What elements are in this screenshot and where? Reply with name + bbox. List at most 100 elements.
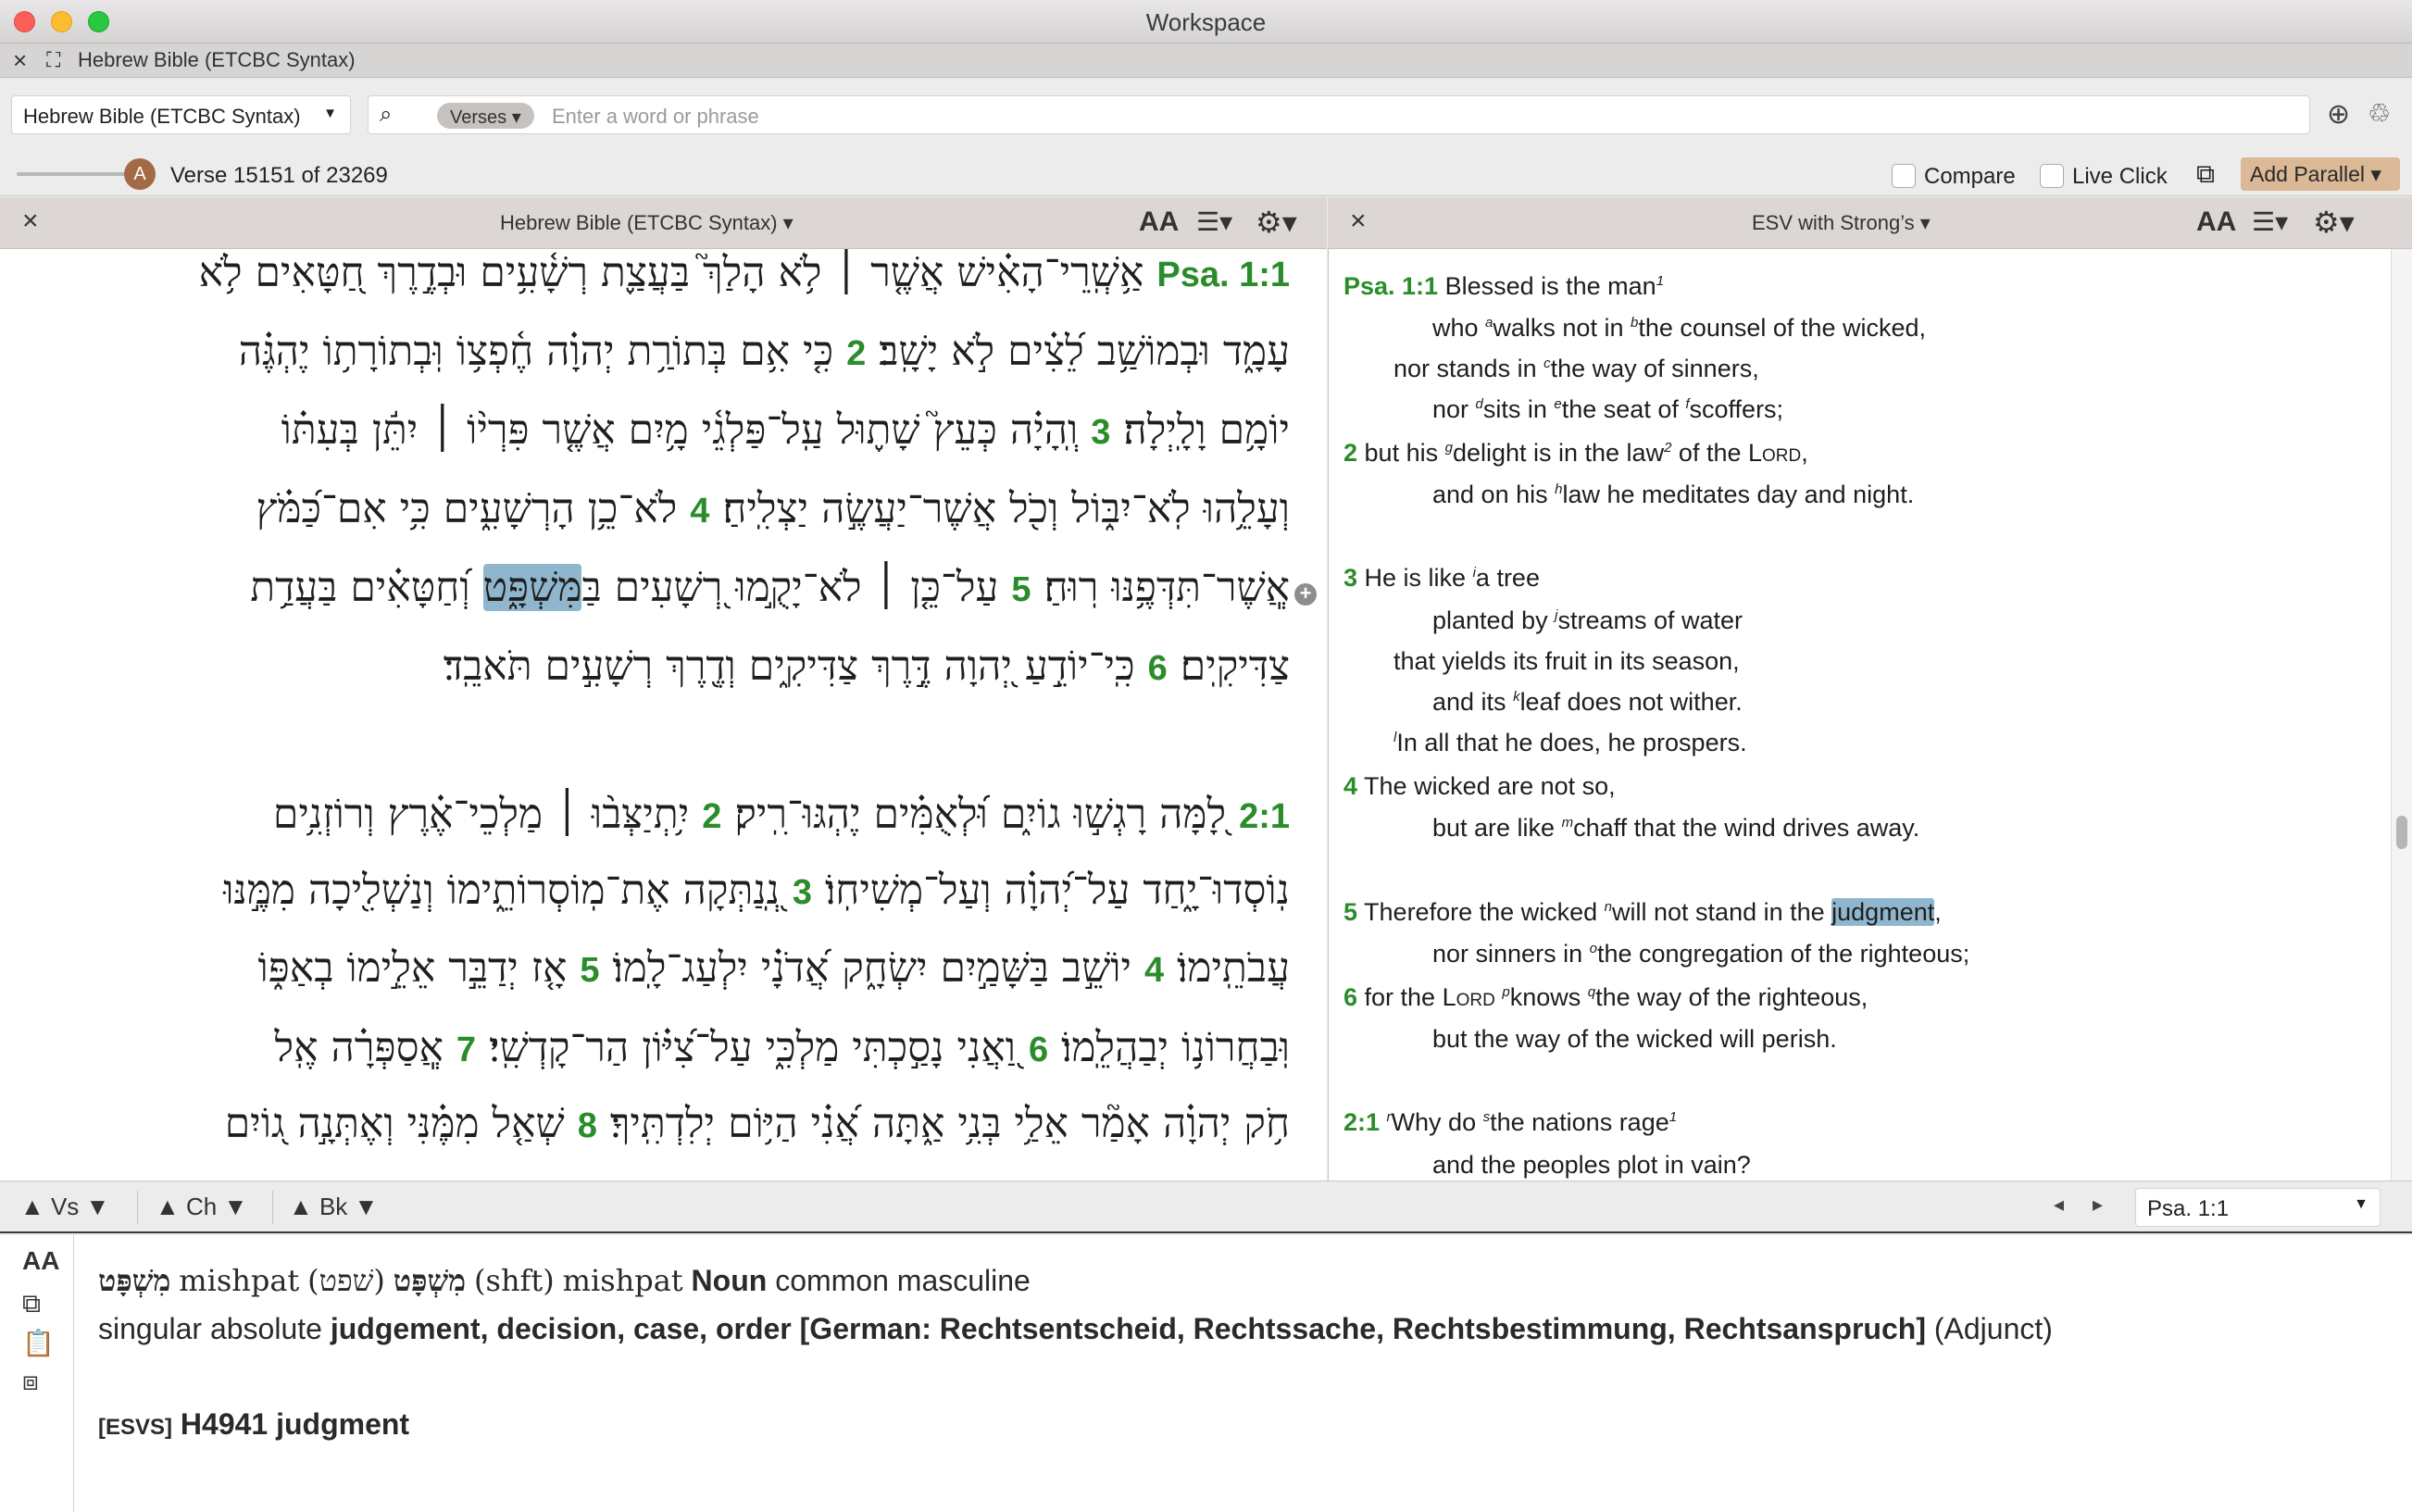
- hebrew-line[interactable]: Psa. 1:1 אַ֥שְֽׁרֵי־הָאִ֗ישׁ אֲשֶׁ֤ר ׀ ל…: [12, 249, 1290, 307]
- hebrew-text[interactable]: כִּ֤י אִ֥ם בְּתוֹרַ֥ת יְהוָ֗ה חֶ֫פְצ֥וֹ …: [239, 328, 846, 375]
- hebrew-line[interactable]: עָמָ֑ד וּבְמוֹשַׁ֥ב לֵ֝צִ֗ים לֹ֣א יָשָֽׁ…: [12, 319, 1290, 386]
- hebrew-text[interactable]: חֹ֥ק יְהוָ֗ה אָמַ֘ר אֵלַ֥י בְּנִ֥י אַ֑תָ…: [597, 1100, 1290, 1147]
- verse-number[interactable]: 4: [690, 492, 709, 531]
- english-line[interactable]: and the peoples plot in vain?: [1432, 1151, 1751, 1180]
- verse-number[interactable]: 6: [1029, 1031, 1048, 1069]
- font-size-icon[interactable]: AA: [2196, 206, 2236, 238]
- english-line[interactable]: 4 The wicked are not so,: [1343, 772, 1616, 801]
- add-icon[interactable]: +: [1294, 583, 1317, 606]
- hebrew-text[interactable]: לֹא־כֵ֥ן הָרְשָׁעִ֑ים כִּ֥י אִם־כַּ֝מֹּ֗…: [256, 485, 690, 532]
- strongs-number[interactable]: H4941: [181, 1407, 268, 1441]
- hebrew-text[interactable]: וְ֝חַטָּאִ֗ים בַּעֲדַ֥ת: [250, 564, 482, 611]
- back-arrow-icon[interactable]: ◂: [2054, 1193, 2064, 1217]
- hebrew-text[interactable]: אַ֥שְֽׁרֵי־הָאִ֗ישׁ אֲשֶׁ֤ר ׀ לֹ֥א הָלַך…: [199, 249, 1157, 296]
- hebrew-text[interactable]: וְעָלֵ֥הוּ לֹֽא־יִבּ֑וֹל וְכֹ֖ל אֲשֶׁר־י…: [709, 485, 1290, 532]
- hebrew-text[interactable]: עַל־כֵּ֤ן ׀ לֹא־יָקֻ֣מוּ רְ֭שָׁעִים בַּ: [581, 564, 1011, 611]
- vertical-scrollbar[interactable]: [2391, 249, 2412, 1181]
- hebrew-text[interactable]: וְֽהָיָ֗ה כְּעֵץ֮ שָׁת֪וּל עַֽל־פַּלְגֵ֫…: [281, 406, 1092, 454]
- verse-number[interactable]: 8: [578, 1106, 597, 1145]
- hebrew-text[interactable]: יִ֥תְיַצְּב֨וּ ׀ מַלְכֵי־אֶ֗רֶץ וְרוֹזְנ…: [273, 791, 702, 838]
- verse-number[interactable]: 3: [1091, 413, 1110, 452]
- hebrew-text[interactable]: יוֹמָ֥ם וָלָֽיְלָה׃: [1110, 406, 1290, 454]
- footnote-marker[interactable]: s: [1483, 1109, 1491, 1125]
- english-line[interactable]: and its kleaf does not wither.: [1432, 688, 1743, 717]
- verse-number[interactable]: Psa. 1:1: [1156, 256, 1290, 294]
- font-size-icon[interactable]: AA: [1139, 206, 1179, 238]
- english-line[interactable]: 5 Therefore the wicked nwill not stand i…: [1343, 898, 1942, 927]
- gear-icon[interactable]: ⚙▾: [2313, 205, 2355, 240]
- layout-icon[interactable]: ⧉: [2196, 159, 2215, 190]
- hebrew-text[interactable]: אָ֤ז יְדַבֵּ֣ר אֵלֵ֣ימוֹ בְאַפּ֑וֹ: [257, 944, 580, 992]
- hebrew-text[interactable]: אֲֽשֶׁר־תִּדְּפֶ֥נּוּ רֽוּחַ׃: [1031, 564, 1290, 611]
- resource-dropdown[interactable]: Hebrew Bible (ETCBC Syntax) ▼: [11, 95, 351, 134]
- footnote-marker[interactable]: e: [1554, 396, 1561, 412]
- close-pane-icon[interactable]: ×: [22, 206, 39, 237]
- hebrew-line[interactable]: עֲבֹתֵֽימוֹ׃ 4 יוֹשֵׁ֣ב בַּשָּׁמַ֣יִם יִ…: [12, 936, 1290, 1003]
- english-line[interactable]: Psa. 1:1 Blessed is the man1: [1343, 272, 1664, 301]
- english-line[interactable]: planted by jstreams of water: [1432, 606, 1743, 635]
- english-line[interactable]: that yields its fruit in its season,: [1393, 647, 1740, 676]
- hebrew-text-pane[interactable]: Psa. 1:1 אַ֥שְֽׁרֵי־הָאִ֗ישׁ אֲשֶׁ֤ר ׀ ל…: [0, 249, 1327, 1181]
- hebrew-line[interactable]: צַדִּיקִֽים׃ 6 כִּֽי־יוֹדֵ֣עַ יְ֭הוָה דֶ…: [12, 634, 1290, 701]
- footnote-marker[interactable]: 1: [1656, 273, 1664, 289]
- footnote-marker[interactable]: q: [1588, 984, 1595, 1000]
- hebrew-line[interactable]: חֹ֥ק יְהוָ֗ה אָמַ֘ר אֵלַ֥י בְּנִ֥י אַ֑תָ…: [12, 1092, 1290, 1158]
- search-icon[interactable]: ⌕: [380, 102, 392, 128]
- verse-number[interactable]: 5: [1011, 570, 1031, 609]
- verse-nav[interactable]: ▲ Vs ▼: [20, 1193, 109, 1221]
- hebrew-text[interactable]: עָמָ֑ד וּבְמוֹשַׁ֥ב לֵ֝צִ֗ים לֹ֣א יָשָֽׁ…: [866, 328, 1290, 375]
- hebrew-line[interactable]: נֽוֹסְדוּ־יָ֑חַד עַל־יְ֝הוָ֗ה וְעַל־מְשִ…: [12, 858, 1290, 925]
- hebrew-text[interactable]: יוֹשֵׁ֣ב בַּשָּׁמַ֣יִם יִשְׂחָ֑ק אֲ֝דֹנָ…: [600, 944, 1145, 992]
- english-line[interactable]: lIn all that he does, he prospers.: [1393, 729, 1747, 757]
- search-box[interactable]: ⌕ Verses ▾ Enter a word or phrase: [368, 95, 2310, 134]
- gear-icon[interactable]: ⚙▾: [1256, 205, 1297, 240]
- reference-field[interactable]: Psa. 1:1 ▼: [2135, 1188, 2381, 1227]
- english-line[interactable]: 2:1 rWhy do sthe nations rage1: [1343, 1108, 1677, 1137]
- english-text-pane[interactable]: Psa. 1:1 Blessed is the man1 who awalks n…: [1328, 249, 2391, 1181]
- display-options-icon[interactable]: ☰▾: [2252, 206, 2288, 237]
- hebrew-text[interactable]: וּֽבַחֲרוֹנ֥וֹ יְבַהֲלֵֽמוֹ׃: [1048, 1024, 1290, 1071]
- english-line[interactable]: 6 for the Lord pknows qthe way of the ri…: [1343, 983, 1868, 1012]
- book-nav[interactable]: ▲ Bk ▼: [289, 1193, 378, 1221]
- left-pane-title[interactable]: Hebrew Bible (ETCBC Syntax) ▾: [500, 211, 794, 235]
- compare-checkbox[interactable]: [1892, 164, 1916, 188]
- hebrew-text[interactable]: וַ֭אֲנִי נָסַ֣כְתִּי מַלְכִּ֑י עַל־צִ֝יּ…: [476, 1024, 1029, 1071]
- font-size-icon[interactable]: AA: [22, 1246, 59, 1276]
- english-line[interactable]: nor stands in cthe way of sinners,: [1393, 355, 1759, 383]
- search-scope-pill[interactable]: Verses ▾: [437, 103, 534, 129]
- hebrew-line[interactable]: יוֹמָ֥ם וָלָֽיְלָה׃ 3 וְֽהָיָ֗ה כְּעֵץ֮ …: [12, 398, 1290, 465]
- divine-name[interactable]: Lord: [1748, 439, 1801, 467]
- english-line[interactable]: 3 He is like ia tree: [1343, 564, 1540, 593]
- english-line[interactable]: nor sinners in othe congregation of the …: [1432, 940, 1969, 968]
- expand-icon[interactable]: ⛶: [46, 48, 60, 72]
- verse-number[interactable]: 2: [846, 334, 866, 373]
- display-options-icon[interactable]: ☰▾: [1196, 206, 1232, 237]
- hebrew-line[interactable]: 2:1 לָ֭מָּה רָגְשׁ֣וּ גוֹיִ֑ם וּ֝לְאֻמִּ…: [12, 782, 1290, 849]
- hebrew-text[interactable]: שְׁאַ֤ל מִמֶּ֗נִּי וְאֶתְּנָ֣ה ג֭וֹיִם: [225, 1100, 578, 1147]
- hebrew-text[interactable]: אֲֽסַפְּרָ֗ה אֶֽל: [275, 1024, 456, 1071]
- hebrew-text[interactable]: נְֽ֭נַתְּקָה אֶת־מֽוֹסְרוֹתֵ֑ימוֹ וְנַשְ…: [223, 867, 793, 914]
- tab-title[interactable]: Hebrew Bible (ETCBC Syntax): [78, 48, 356, 72]
- hebrew-line[interactable]: אֲֽשֶׁר־תִּדְּפֶ֥נּוּ רֽוּחַ׃ 5 עַל־כֵּ֤…: [12, 556, 1290, 622]
- verse-number[interactable]: Psa. 1:1: [1343, 272, 1438, 300]
- highlighted-word[interactable]: judgment: [1831, 898, 1935, 926]
- scrollbar-thumb[interactable]: [2396, 816, 2407, 849]
- right-pane-title[interactable]: ESV with Strong’s ▾: [1752, 211, 1931, 235]
- english-line[interactable]: and on his hlaw he meditates day and nig…: [1432, 481, 1914, 509]
- chevron-down-icon[interactable]: ▼: [2354, 1196, 2368, 1213]
- verse-number[interactable]: 2: [702, 797, 721, 836]
- english-line[interactable]: nor dsits in ethe seat of fscoffers;: [1432, 395, 1783, 424]
- footnote-marker[interactable]: n: [1605, 899, 1612, 915]
- live-click-checkbox[interactable]: [2040, 164, 2064, 188]
- close-tab-icon[interactable]: ×: [13, 46, 27, 75]
- verse-number[interactable]: 2:1: [1343, 1108, 1380, 1136]
- verse-number[interactable]: 4: [1144, 951, 1164, 990]
- footnote-marker[interactable]: p: [1502, 984, 1509, 1000]
- verse-number[interactable]: 2:1: [1239, 797, 1290, 836]
- verse-number[interactable]: 5: [1343, 898, 1357, 926]
- verse-number[interactable]: 3: [793, 873, 812, 912]
- close-pane-icon[interactable]: ×: [1350, 206, 1367, 237]
- windows-icon[interactable]: ⧈: [22, 1367, 39, 1397]
- english-line[interactable]: who awalks not in bthe counsel of the wi…: [1432, 314, 1926, 343]
- verse-number[interactable]: 3: [1343, 564, 1357, 592]
